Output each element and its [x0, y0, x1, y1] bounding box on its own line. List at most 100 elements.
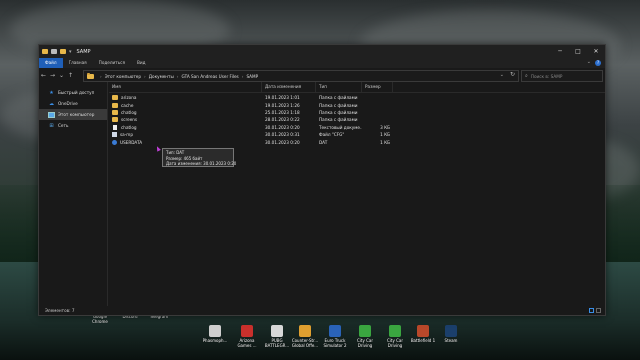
expand-ribbon-icon[interactable]: ⌄	[587, 59, 591, 65]
breadcrumb-separator[interactable]: ›	[177, 74, 179, 79]
breadcrumb-samp[interactable]: SAMP	[246, 74, 258, 79]
breadcrumb-separator[interactable]: ›	[144, 74, 146, 79]
search-box[interactable]: ⌕ Поиск в: SAMP	[521, 70, 603, 82]
new-folder-icon[interactable]	[60, 49, 66, 54]
desktop-shortcut-label: City Car Driving	[387, 338, 403, 348]
app-icon	[329, 325, 341, 337]
maximize-button[interactable]: □	[569, 45, 587, 58]
large-icons-view-icon[interactable]	[596, 308, 601, 313]
breadcrumb-gta-user-files[interactable]: GTA San Andreas User Files	[181, 74, 238, 79]
desktop-shortcut-label: Arizona Games ...	[237, 338, 257, 348]
desktop-shortcut-label: City Car Driving	[357, 338, 373, 348]
desktop-shortcut[interactable]: Counter-Str... Global Offe...	[290, 325, 320, 348]
file-name-cell: sa-mp	[109, 132, 262, 138]
folder-icon	[42, 49, 48, 54]
file-type: Папка с файлами	[319, 117, 358, 123]
desktop-shortcut[interactable]: Euro Truck Simulator 2	[320, 325, 350, 348]
sidebar-item-quick-access[interactable]: ★ Быстрый доступ	[39, 87, 107, 98]
app-icon	[445, 325, 457, 337]
recent-locations-button[interactable]: ⌄	[57, 72, 66, 79]
column-headers: Имя Дата изменения Тип Размер	[109, 82, 605, 93]
app-icon	[389, 325, 401, 337]
file-row[interactable]: sa-mp 30.01.2023 0:31 Файл "CFG" 1 КБ	[109, 131, 605, 138]
column-header-name[interactable]: Имя	[109, 82, 262, 92]
file-name: chatlog	[121, 109, 137, 115]
app-icon	[271, 325, 283, 337]
file-type: DAT	[319, 139, 328, 145]
file-name: sa-mp	[120, 132, 133, 138]
file-row[interactable]: chatlog 25.01.2023 1:18 Папка с файлами	[109, 109, 605, 116]
help-icon[interactable]: ?	[595, 60, 601, 66]
tab-view[interactable]: Вид	[131, 58, 152, 68]
breadcrumb-separator[interactable]: ›	[242, 74, 244, 79]
sidebar-item-network[interactable]: ⊞ Сеть	[39, 120, 107, 131]
up-button[interactable]: ↑	[66, 72, 75, 79]
sidebar-item-onedrive[interactable]: ☁ OneDrive	[39, 98, 107, 109]
file-row[interactable]: arizona 19.01.2023 1:01 Папка с файлами	[109, 94, 605, 101]
folder-icon	[112, 95, 118, 101]
file-tooltip: Тип: DAT Размер: 465 байт Дата изменения…	[162, 148, 237, 167]
file-type: Папка с файлами	[319, 95, 358, 101]
back-button[interactable]: ←	[39, 72, 48, 79]
dat-file-icon	[112, 139, 117, 145]
computer-icon	[48, 111, 55, 118]
details-view-icon[interactable]	[589, 308, 594, 313]
text-file-icon	[113, 124, 117, 130]
file-name: USERDATA	[120, 139, 143, 145]
tab-file[interactable]: Файл	[39, 58, 63, 68]
desktop-shortcut[interactable]: City Car Driving	[350, 325, 380, 348]
breadcrumb-this-pc[interactable]: Этот компьютер	[105, 74, 141, 79]
breadcrumb-documents[interactable]: Документы	[149, 74, 174, 79]
file-date: 25.01.2023 1:18	[265, 109, 300, 115]
desktop-shortcut[interactable]: PUBG BATTLEGR...	[262, 325, 292, 348]
file-name-cell: cache	[109, 102, 262, 108]
item-count: Элементов: 7	[45, 308, 75, 313]
file-row[interactable]: cache 19.01.2023 1:26 Папка с файлами	[109, 101, 605, 108]
file-row[interactable]: USERDATA 30.01.2023 0:20 DAT 1 КБ	[109, 138, 605, 145]
app-icon	[209, 325, 221, 337]
desktop-shortcut-label: Euro Truck Simulator 2	[323, 338, 347, 348]
cloud-icon: ☁	[49, 100, 54, 107]
desktop-shortcut[interactable]: Arizona Games ...	[232, 325, 262, 348]
refresh-icon[interactable]: ↻	[510, 71, 515, 78]
column-header-size[interactable]: Размер	[362, 82, 393, 92]
desktop-shortcut-label: Battlefield 1	[410, 338, 436, 343]
column-header-type[interactable]: Тип	[316, 82, 362, 92]
tooltip-modified: Дата изменения: 30.01.2023 0:20	[166, 161, 237, 167]
desktop-shortcut-label: Counter-Str... Global Offe...	[291, 338, 319, 348]
column-header-date[interactable]: Дата изменения	[262, 82, 316, 92]
file-name-cell: screens	[109, 117, 262, 123]
quick-access-toolbar: ▾	[39, 49, 72, 55]
cfg-file-icon	[112, 132, 117, 138]
address-bar[interactable]: › Этот компьютер › Документы › GTA San A…	[83, 70, 519, 82]
file-name: chatlog	[121, 124, 137, 130]
file-type: Папка с файлами	[319, 109, 358, 115]
navigation-pane: ★ Быстрый доступ ☁ OneDrive Этот компьют…	[39, 82, 108, 306]
desktop-shortcut[interactable]: Battlefield 1	[408, 325, 438, 343]
address-dropdown-icon[interactable]: ⌄	[500, 72, 504, 78]
desktop-shortcut[interactable]: City Car Driving	[380, 325, 410, 348]
network-icon: ⊞	[49, 122, 54, 129]
file-row[interactable]: screens 28.01.2023 0:22 Папка с файлами	[109, 116, 605, 123]
sidebar-item-this-pc[interactable]: Этот компьютер	[39, 109, 107, 120]
file-size: 1 КБ	[380, 139, 390, 145]
file-date: 19.01.2023 1:01	[265, 95, 300, 101]
chevron-down-icon[interactable]: ▾	[69, 49, 72, 55]
sidebar-item-label: OneDrive	[58, 101, 78, 106]
properties-icon[interactable]	[51, 49, 57, 54]
search-placeholder: Поиск в: SAMP	[530, 73, 563, 79]
file-name: arizona	[121, 95, 137, 101]
close-button[interactable]: ✕	[587, 45, 605, 58]
file-row[interactable]: chatlog 30.01.2023 0:20 Текстовый докуме..…	[109, 124, 605, 131]
tab-share[interactable]: Поделиться	[93, 58, 131, 68]
search-icon: ⌕	[525, 73, 528, 79]
desktop-shortcut[interactable]: Phasmoph...	[200, 325, 230, 343]
title-bar[interactable]: ▾ SAMP ─ □ ✕	[39, 45, 605, 58]
file-name-cell: USERDATA	[109, 139, 262, 145]
folder-icon	[87, 72, 94, 79]
desktop-shortcut[interactable]: Steam	[436, 325, 466, 343]
tab-home[interactable]: Главная	[63, 58, 93, 68]
folder-icon	[112, 109, 118, 115]
minimize-button[interactable]: ─	[551, 45, 569, 58]
forward-button[interactable]: →	[48, 72, 57, 79]
